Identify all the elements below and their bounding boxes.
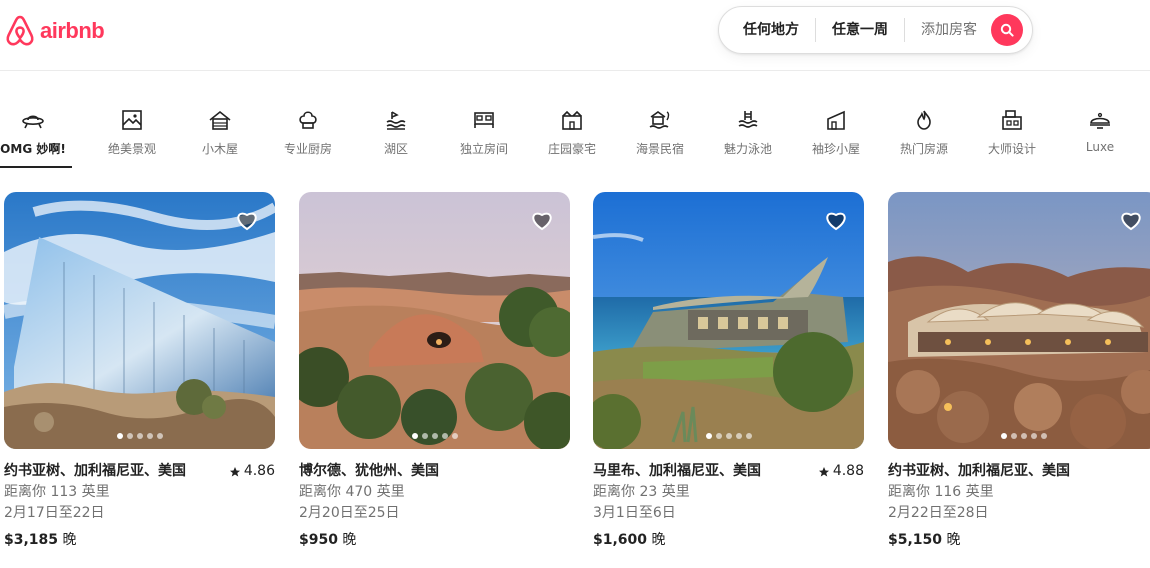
listing-card[interactable]: 约书亚树、加利福尼亚、美国 距离你 116 英里 2月22日至28日 $5,15…: [888, 192, 1150, 551]
search-guests[interactable]: 添加房客: [905, 18, 991, 42]
listing-distance: 距离你 116 英里: [888, 484, 994, 500]
category-label: 独立房间: [459, 142, 508, 156]
airbnb-logo-icon: [6, 15, 34, 46]
design-icon: [1002, 110, 1022, 130]
category-omg[interactable]: OMG 妙啊!: [0, 100, 72, 168]
listing-rating: 4.88: [818, 461, 864, 482]
listing-price: $3,185 晚: [4, 530, 275, 551]
listing-card[interactable]: 约书亚树、加利福尼亚、美国 4.86 距离你 113 英里 2月17日至22日 …: [4, 192, 275, 551]
listing-photo[interactable]: [299, 192, 570, 449]
listing-rating: 4.86: [229, 461, 275, 482]
category-label: Luxe: [1085, 140, 1115, 154]
price-unit: 晚: [946, 532, 961, 548]
chef-hat-icon: [299, 111, 317, 129]
category-label: 绝美景观: [107, 142, 156, 156]
heart-icon[interactable]: [530, 208, 554, 232]
category-bar: OMG 妙啊! 绝美景观 小木屋 专业厨房 湖区 独立房间 庄园豪宅 海景民宿 …: [0, 100, 1150, 168]
listing-location: 约书亚树、加利福尼亚、美国: [4, 463, 186, 479]
photo-carousel-dots[interactable]: [4, 433, 275, 439]
listing-location: 约书亚树、加利福尼亚、美国: [888, 463, 1070, 479]
category-lake[interactable]: 湖区: [352, 100, 440, 168]
listing-photo[interactable]: [593, 192, 864, 449]
airbnb-logo[interactable]: airbnb: [4, 14, 105, 48]
category-label: 专业厨房: [283, 142, 332, 156]
category-label: 小木屋: [201, 142, 238, 156]
price-amount: $950: [299, 532, 338, 548]
listing-photo[interactable]: [4, 192, 275, 449]
private-room-icon: [474, 112, 494, 128]
listing-photo[interactable]: [888, 192, 1150, 449]
category-beachfront[interactable]: 海景民宿: [616, 100, 704, 168]
photo-carousel-dots[interactable]: [299, 433, 570, 439]
category-chef[interactable]: 专业厨房: [264, 100, 352, 168]
listing-price: $1,600 晚: [593, 530, 864, 551]
scenic-view-icon: [122, 110, 142, 130]
photo-carousel-dots[interactable]: [888, 433, 1150, 439]
listing-dates: 2月22日至28日: [888, 505, 989, 521]
price-unit: 晚: [651, 532, 666, 548]
brand-name: airbnb: [40, 18, 105, 43]
luxe-icon: [1090, 112, 1110, 129]
cabin-icon: [209, 110, 231, 130]
listing-location: 博尔德、犹他州、美国: [299, 463, 439, 479]
category-label: 袖珍小屋: [811, 142, 860, 156]
listing-distance: 距离你 113 英里: [4, 484, 110, 500]
rating-value: 4.88: [832, 463, 864, 479]
category-design[interactable]: 大师设计: [968, 100, 1056, 168]
category-label: 海景民宿: [635, 142, 684, 156]
category-mansion[interactable]: 庄园豪宅: [528, 100, 616, 168]
star-icon: [229, 466, 240, 476]
heart-icon[interactable]: [235, 208, 259, 232]
beachfront-icon: [649, 111, 670, 129]
category-luxe[interactable]: Luxe: [1056, 100, 1144, 168]
star-icon: [818, 466, 829, 476]
category-trending[interactable]: 热门房源: [880, 100, 968, 168]
top-header: airbnb 任何地方 任意一周 添加房客: [0, 0, 1150, 71]
mansion-icon: [562, 110, 582, 130]
category-label: 湖区: [383, 142, 408, 156]
price-amount: $3,185: [4, 532, 59, 548]
heart-icon[interactable]: [1119, 208, 1143, 232]
category-scenic[interactable]: 绝美景观: [88, 100, 176, 168]
search-button[interactable]: [991, 14, 1023, 46]
search-icon: [1000, 23, 1014, 37]
listing-dates: 2月20日至25日: [299, 505, 400, 521]
category-label: 魅力泳池: [723, 142, 772, 156]
listing-price: $5,150 晚: [888, 530, 1150, 551]
search-where[interactable]: 任何地方: [719, 18, 815, 42]
lake-icon: [386, 111, 406, 130]
category-label: OMG 妙啊!: [0, 142, 66, 156]
listing-distance: 距离你 23 英里: [593, 484, 690, 500]
category-private-room[interactable]: 独立房间: [440, 100, 528, 168]
category-label: 大师设计: [987, 142, 1036, 156]
heart-icon[interactable]: [824, 208, 848, 232]
listing-dates: 2月17日至22日: [4, 505, 105, 521]
search-bar[interactable]: 任何地方 任意一周 添加房客: [718, 6, 1033, 54]
category-cabin[interactable]: 小木屋: [176, 100, 264, 168]
listing-card[interactable]: 马里布、加利福尼亚、美国 4.88 距离你 23 英里 3月1日至6日 $1,6…: [593, 192, 864, 551]
listing-location: 马里布、加利福尼亚、美国: [593, 463, 761, 479]
joshua-tree-house-photo: [888, 192, 1150, 449]
listing-dates: 3月1日至6日: [593, 505, 676, 521]
photo-carousel-dots[interactable]: [593, 433, 864, 439]
price-amount: $1,600: [593, 532, 648, 548]
rating-value: 4.86: [243, 463, 275, 479]
listing-price: $950 晚: [299, 530, 570, 551]
price-unit: 晚: [342, 532, 357, 548]
pool-icon: [738, 111, 758, 128]
category-label: 热门房源: [899, 142, 948, 156]
listing-distance: 距离你 470 英里: [299, 484, 405, 500]
listing-card[interactable]: 博尔德、犹他州、美国 距离你 470 英里 2月20日至25日 $950 晚: [299, 192, 570, 551]
category-tiny-home[interactable]: 袖珍小屋: [792, 100, 880, 168]
ufo-icon: [22, 115, 44, 129]
category-label: 庄园豪宅: [547, 142, 596, 156]
price-amount: $5,150: [888, 532, 943, 548]
price-unit: 晚: [62, 532, 77, 548]
category-pool[interactable]: 魅力泳池: [704, 100, 792, 168]
fire-icon: [917, 110, 931, 130]
tiny-home-icon: [827, 110, 845, 130]
search-when[interactable]: 任意一周: [816, 18, 904, 42]
